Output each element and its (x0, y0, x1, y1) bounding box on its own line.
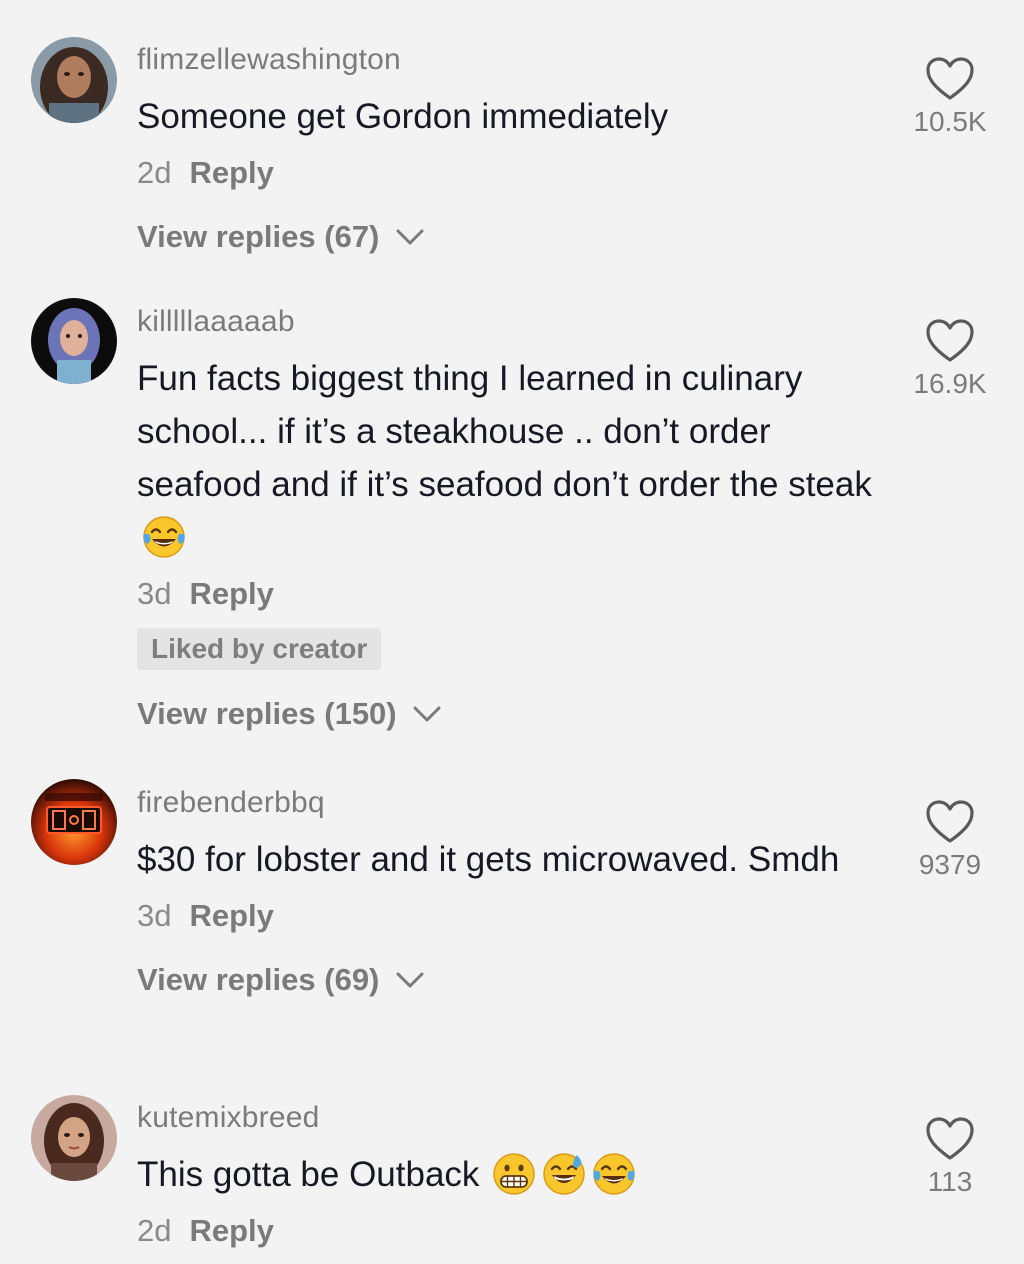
view-replies-label: View replies (69) (137, 962, 380, 997)
liked-by-creator-badge: Liked by creator (137, 628, 382, 670)
comment-age: 3d (137, 576, 172, 611)
heart-icon (926, 800, 974, 843)
reply-button[interactable]: Reply (189, 898, 273, 933)
reply-button[interactable]: Reply (189, 1213, 273, 1248)
like-button[interactable]: 113 (900, 1116, 1000, 1198)
comment-meta: 2d Reply (137, 1211, 887, 1251)
chevron-down-icon (413, 706, 441, 722)
view-replies-button[interactable]: View replies (67) (137, 217, 887, 257)
comment-username[interactable]: killlllaaaaab (137, 304, 887, 340)
like-count: 10.5K (913, 106, 987, 137)
comment-text: This gotta be Outback (137, 1148, 887, 1201)
comment-username[interactable]: firebenderbbq (137, 785, 887, 821)
comment-age: 2d (137, 155, 172, 190)
comment-text-content: Fun facts biggest thing I learned in cul… (137, 359, 872, 504)
face-with-tears-of-joy-icon (593, 1153, 636, 1195)
comment-age: 2d (137, 1213, 172, 1248)
comments-panel: flimzellewashington Someone get Gordon i… (0, 0, 1024, 1264)
view-replies-button[interactable]: View replies (150) (137, 694, 887, 734)
heart-icon (926, 57, 974, 100)
chevron-down-icon (396, 972, 424, 988)
comment-age: 3d (137, 898, 172, 933)
grimacing-face-icon (493, 1153, 536, 1195)
like-count: 9379 (918, 849, 982, 880)
like-button[interactable]: 9379 (900, 799, 1000, 881)
comment-username[interactable]: flimzellewashington (137, 42, 887, 78)
reply-button[interactable]: Reply (189, 155, 273, 190)
view-replies-label: View replies (150) (137, 696, 397, 731)
comment-text: $30 for lobster and it gets microwaved. … (137, 840, 840, 879)
comment-text: Fun facts biggest thing I learned in cul… (137, 352, 887, 564)
comment-text: Someone get Gordon immediately (137, 97, 669, 136)
comment-meta: 3d Reply (137, 574, 887, 614)
comment-text-content: This gotta be Outback (137, 1155, 480, 1194)
like-button[interactable]: 10.5K (900, 56, 1000, 138)
comment-meta: 3d Reply (137, 896, 887, 936)
heart-icon (926, 1117, 974, 1160)
like-count: 113 (927, 1166, 973, 1197)
reply-button[interactable]: Reply (189, 576, 273, 611)
avatar[interactable] (31, 779, 117, 865)
comment-meta: 2d Reply (137, 153, 887, 193)
avatar[interactable] (31, 298, 117, 384)
like-count: 16.9K (913, 368, 987, 399)
heart-icon (926, 319, 974, 362)
comment-username[interactable]: kutemixbreed (137, 1100, 887, 1136)
view-replies-label: View replies (67) (137, 219, 380, 254)
grinning-face-with-sweat-icon (543, 1153, 586, 1195)
avatar[interactable] (31, 37, 117, 123)
view-replies-button[interactable]: View replies (69) (137, 960, 887, 1000)
chevron-down-icon (396, 229, 424, 245)
like-button[interactable]: 16.9K (900, 318, 1000, 400)
face-with-tears-of-joy-icon (143, 516, 185, 558)
avatar[interactable] (31, 1095, 117, 1181)
